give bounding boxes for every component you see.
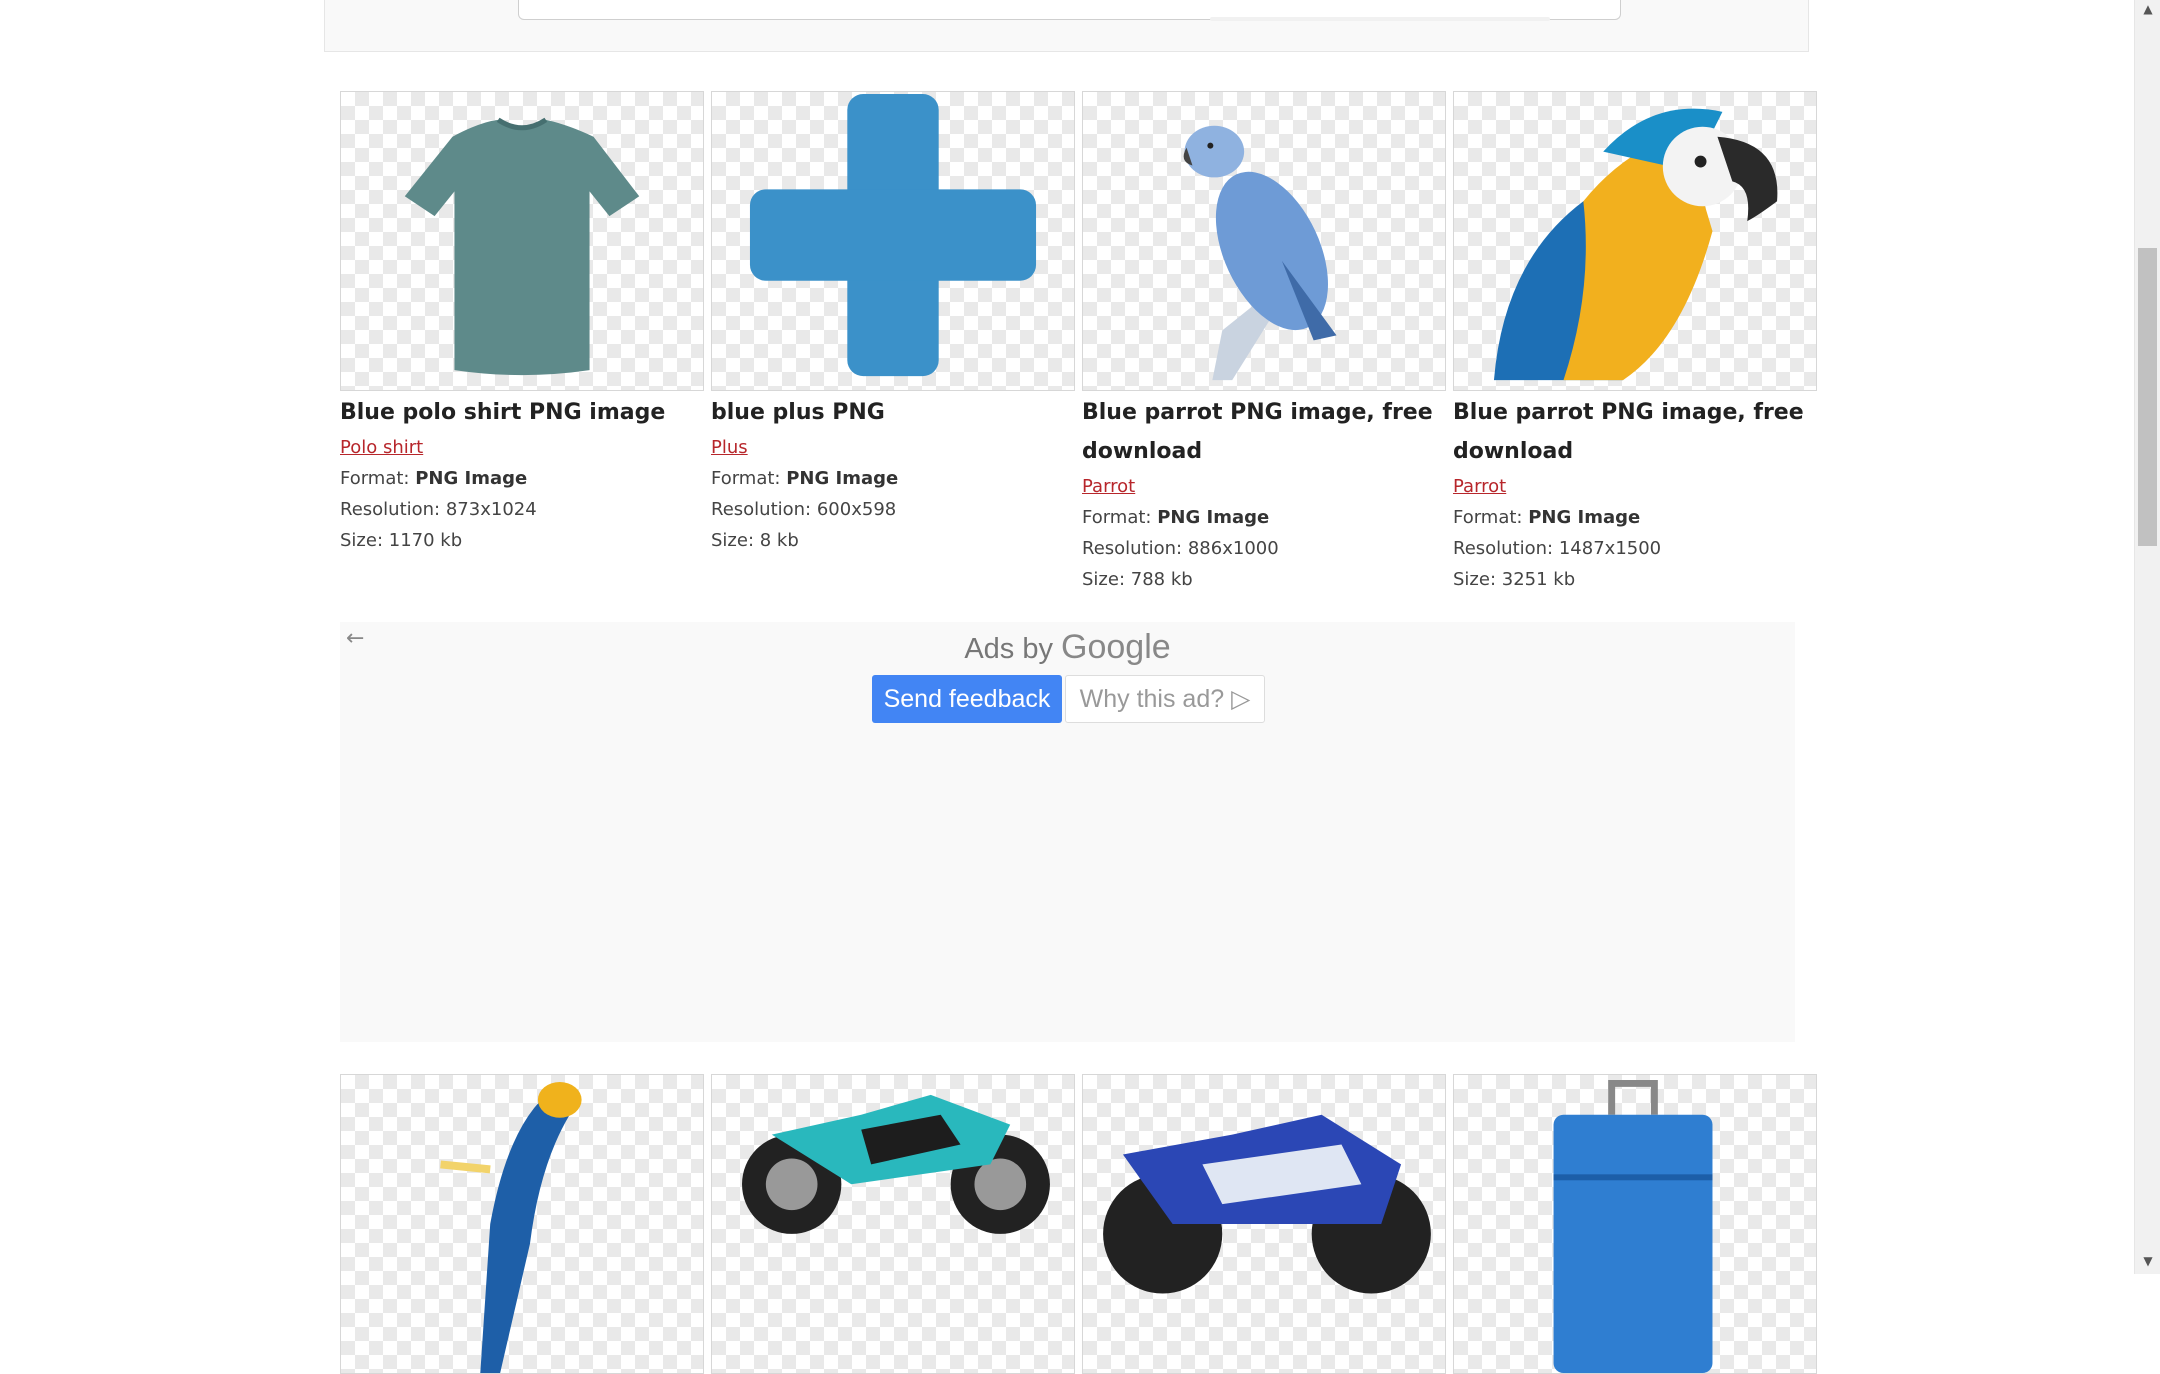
blue-parrot-image[interactable] (1082, 91, 1446, 391)
suzuki-motorcycle-image[interactable] (1082, 1074, 1446, 1374)
scroll-up-arrow-icon[interactable]: ▲ (2135, 2, 2160, 22)
category-link[interactable]: Polo shirt (340, 432, 704, 463)
size-line: Size: 788 kb (1082, 569, 1193, 590)
send-feedback-button[interactable]: Send feedback (872, 675, 1062, 723)
result-card[interactable] (340, 1074, 704, 1374)
card-title[interactable]: Blue parrot PNG image, free download (1082, 393, 1446, 471)
result-card[interactable] (1082, 1074, 1446, 1374)
result-card[interactable] (1453, 1074, 1817, 1374)
result-card[interactable]: Blue polo shirt PNG image Polo shirt For… (340, 91, 704, 556)
size-line: Size: 3251 kb (1453, 569, 1576, 590)
ad-panel: ← Ads by Google Send feedback Why this a… (340, 622, 1795, 1042)
card-title[interactable]: Blue parrot PNG image, free download (1453, 393, 1817, 471)
result-card[interactable]: blue plus PNG Plus Format: PNG Image Res… (711, 91, 1075, 556)
format-line: Format: PNG Image (1082, 507, 1270, 528)
suitcase-image[interactable] (1453, 1074, 1817, 1374)
scroll-down-arrow-icon[interactable]: ▼ (2135, 1254, 2160, 1274)
result-card[interactable]: Blue parrot PNG image, free download Par… (1453, 91, 1817, 595)
size-line: Size: 1170 kb (340, 530, 463, 551)
plus-image[interactable] (711, 91, 1075, 391)
result-card[interactable] (711, 1074, 1075, 1374)
category-link[interactable]: Parrot (1082, 471, 1446, 502)
resolution-line: Resolution: 1487x1500 (1453, 538, 1662, 559)
scrollbar-thumb[interactable] (2138, 248, 2157, 546)
format-line: Format: PNG Image (711, 468, 899, 489)
format-line: Format: PNG Image (1453, 507, 1641, 528)
macaw-image[interactable] (1453, 91, 1817, 391)
size-line: Size: 8 kb (711, 530, 799, 551)
resolution-line: Resolution: 873x1024 (340, 499, 537, 520)
result-card[interactable]: Blue parrot PNG image, free download Par… (1082, 91, 1446, 595)
ads-by-google-label: Ads by Google (964, 628, 1171, 666)
resolution-line: Resolution: 886x1000 (1082, 538, 1279, 559)
parrot-image[interactable] (340, 1074, 704, 1374)
tshirt-image[interactable] (340, 91, 704, 391)
search-panel (324, 0, 1809, 52)
search-input[interactable] (518, 0, 1621, 21)
why-this-ad-button[interactable]: Why this ad? ▷ (1065, 675, 1265, 723)
motorcycle-image[interactable] (711, 1074, 1075, 1374)
resolution-line: Resolution: 600x598 (711, 499, 897, 520)
card-title[interactable]: blue plus PNG (711, 393, 1075, 432)
play-icon: ▷ (1231, 685, 1251, 713)
format-line: Format: PNG Image (340, 468, 528, 489)
card-title[interactable]: Blue polo shirt PNG image (340, 393, 704, 432)
category-link[interactable]: Plus (711, 432, 1075, 463)
category-link[interactable]: Parrot (1453, 471, 1817, 502)
page-scrollbar[interactable]: ▲ ▼ (2134, 0, 2160, 1274)
